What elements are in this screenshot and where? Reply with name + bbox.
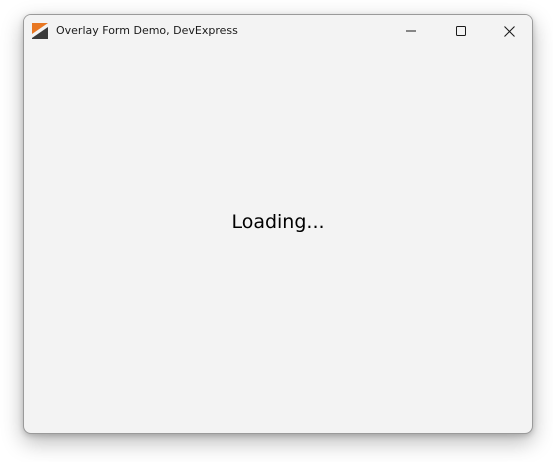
window-title: Overlay Form Demo, DevExpress <box>56 24 238 37</box>
maximize-button[interactable] <box>438 15 484 47</box>
app-window: Overlay Form Demo, DevExpress Loading... <box>23 14 533 434</box>
loading-label: Loading... <box>231 211 325 233</box>
title-bar[interactable]: Overlay Form Demo, DevExpress <box>24 15 532 47</box>
close-button[interactable] <box>486 15 532 47</box>
minimize-icon <box>406 30 416 32</box>
minimize-button[interactable] <box>388 15 434 47</box>
close-icon <box>503 25 515 37</box>
client-area: Loading... <box>24 47 532 433</box>
devexpress-logo-icon <box>32 23 48 39</box>
maximize-icon <box>456 26 466 36</box>
